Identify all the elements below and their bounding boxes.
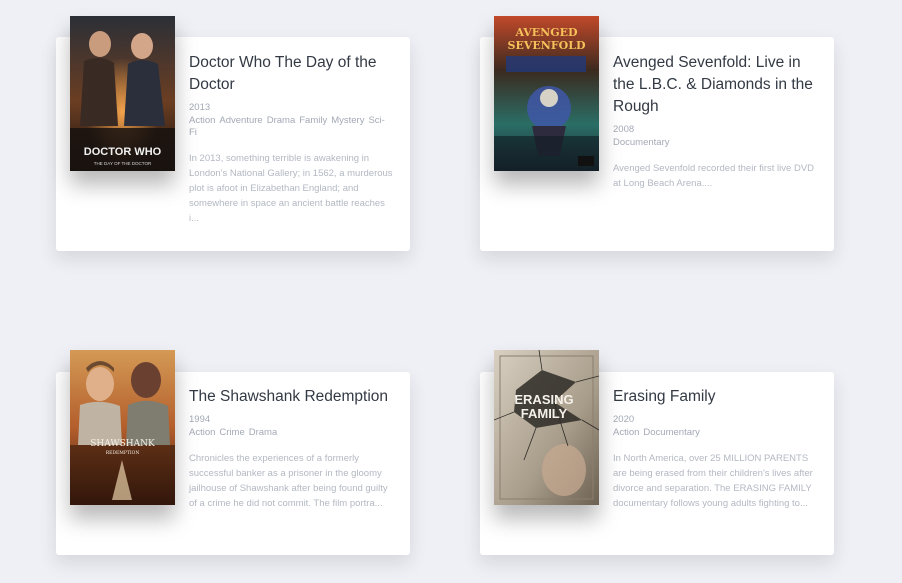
genre-tag: Drama [266,115,296,126]
movie-title[interactable]: Avenged Sevenfold: Live in the L.B.C. & … [613,52,818,118]
genre-tag: Action [189,115,216,126]
shawshank-poster-image: SHAWSHANK REDEMPTION [70,350,175,505]
movie-poster[interactable]: SHAWSHANK REDEMPTION [70,350,175,505]
movie-title[interactable]: Doctor Who The Day of the Doctor [189,52,394,96]
movie-year: 1994 [189,414,211,425]
movie-description: In 2013, something terrible is awakening… [189,153,393,224]
movie-title[interactable]: Erasing Family [613,386,818,408]
svg-text:FAMILY: FAMILY [521,406,568,421]
svg-text:SEVENFOLD: SEVENFOLD [508,39,586,52]
genre-tag: Drama [248,427,278,438]
poster-title-text: SHAWSHANK [90,439,155,449]
genre-tag: Documentary [613,137,670,148]
movie-year: 2020 [613,414,635,425]
movie-genres: Documentary [613,137,818,149]
movie-year: 2013 [189,102,211,113]
poster-title-text: ERASING [514,392,573,407]
movie-year: 2008 [613,124,635,135]
movie-poster[interactable]: ERASING FAMILY [494,350,599,505]
genre-tag: Action [613,427,640,438]
genre-tag: Mystery [331,115,365,126]
genre-tag: Action [189,427,216,438]
movie-description: In North America, over 25 MILLION PARENT… [613,453,813,509]
erasing-family-poster-image: ERASING FAMILY [494,350,599,505]
avenged-sevenfold-poster-image: AVENGED SEVENFOLD [494,16,599,171]
svg-text:REDEMPTION: REDEMPTION [106,450,140,456]
movie-genres: Action Documentary [613,427,818,439]
movie-title[interactable]: The Shawshank Redemption [189,386,394,408]
movie-poster[interactable]: AVENGED SEVENFOLD [494,16,599,171]
genre-tag: Documentary [643,427,700,438]
movie-description: Chronicles the experiences of a formerly… [189,453,388,509]
movie-genres: Action Adventure Drama Family Mystery Sci-Fi [189,115,394,139]
genre-tag: Crime [219,427,245,438]
svg-text:THE DAY OF THE DOCTOR: THE DAY OF THE DOCTOR [94,161,152,166]
genre-tag: Family [299,115,328,126]
poster-title-text: AVENGED [514,26,577,39]
doctor-who-poster-image: DOCTOR WHO THE DAY OF THE DOCTOR [70,16,175,171]
genre-tag: Adventure [219,115,263,126]
movie-poster[interactable]: DOCTOR WHO THE DAY OF THE DOCTOR [70,16,175,171]
poster-title-text: DOCTOR WHO [84,146,162,158]
movie-description: Avenged Sevenfold recorded their first l… [613,163,815,189]
movie-genres: Action Crime Drama [189,427,394,439]
